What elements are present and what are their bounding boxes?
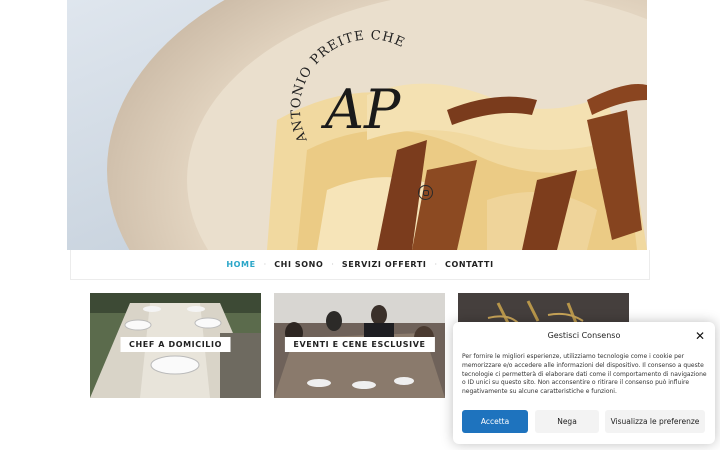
view-preferences-button[interactable]: Visualizza le preferenze xyxy=(605,410,705,433)
nav-item-contatti[interactable]: CONTATTI xyxy=(439,260,500,269)
instagram-icon[interactable] xyxy=(418,185,433,200)
card-label: EVENTI E CENE ESCLUSIVE xyxy=(284,337,435,352)
card-eventi-cene-esclusive[interactable]: EVENTI E CENE ESCLUSIVE xyxy=(274,293,445,398)
card-label: CHEF A DOMICILIO xyxy=(120,337,231,352)
nav-item-servizi-offerti[interactable]: SERVIZI OFFERTI xyxy=(336,260,433,269)
logo-monogram: AP xyxy=(320,78,402,141)
main-nav: HOME · CHI SONO · SERVIZI OFFERTI · CONT… xyxy=(70,250,650,280)
nav-item-home[interactable]: HOME xyxy=(220,260,261,269)
deny-button[interactable]: Nega xyxy=(535,410,599,433)
nav-item-chi-sono[interactable]: CHI SONO xyxy=(268,260,329,269)
card-chef-a-domicilio[interactable]: CHEF A DOMICILIO xyxy=(90,293,261,398)
pasta-dish-photo: ANTONIO PREITE CHEF AP xyxy=(67,0,647,250)
accept-button[interactable]: Accetta xyxy=(462,410,528,433)
cookie-title: Gestisci Consenso xyxy=(547,331,621,340)
close-icon[interactable]: ✕ xyxy=(694,330,706,342)
cookie-description: Per fornire le migliori esperienze, util… xyxy=(462,353,707,396)
hero-image: ANTONIO PREITE CHEF AP xyxy=(67,0,647,250)
page: ANTONIO PREITE CHEF AP HOME · CHI SONO ·… xyxy=(0,0,720,450)
